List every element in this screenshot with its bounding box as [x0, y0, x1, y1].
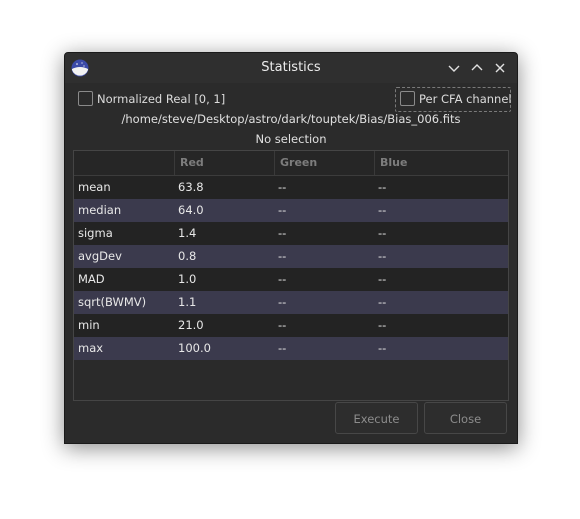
column-header-green: Green: [274, 151, 374, 175]
statistics-table[interactable]: Red Green Blue mean 63.8 -- -- median 64…: [73, 150, 509, 401]
stat-green: --: [278, 318, 287, 332]
per-cfa-channel-checkbox[interactable]: [400, 91, 415, 106]
title-bar: Statistics: [65, 53, 517, 83]
close-button[interactable]: Close: [424, 402, 507, 434]
table-row[interactable]: sqrt(BWMV) 1.1 -- --: [74, 291, 508, 314]
stat-blue: --: [378, 318, 387, 332]
chevron-up-icon[interactable]: [468, 59, 486, 77]
table-row[interactable]: mean 63.8 -- --: [74, 176, 508, 199]
stat-blue: --: [378, 341, 387, 355]
stat-green: --: [278, 295, 287, 309]
close-icon[interactable]: [491, 59, 509, 77]
stat-green: --: [278, 341, 287, 355]
stat-red: 100.0: [178, 341, 211, 355]
stat-red: 1.4: [178, 226, 197, 240]
table-row[interactable]: MAD 1.0 -- --: [74, 268, 508, 291]
file-path: /home/steve/Desktop/astro/dark/touptek/B…: [121, 112, 461, 126]
statistics-dialog: Statistics Normalized Real [0, 1] Per CF…: [64, 52, 518, 444]
chevron-down-icon[interactable]: [445, 59, 463, 77]
table-row[interactable]: min 21.0 -- --: [74, 314, 508, 337]
table-row[interactable]: sigma 1.4 -- --: [74, 222, 508, 245]
table-header: Red Green Blue: [74, 151, 508, 176]
stat-red: 1.1: [178, 295, 197, 309]
stat-name: MAD: [78, 272, 105, 286]
column-header-name: [74, 151, 174, 175]
stat-blue: --: [378, 180, 387, 194]
selection-status: No selection: [255, 132, 327, 146]
stat-green: --: [278, 226, 287, 240]
stat-name: max: [78, 341, 104, 355]
stat-red: 64.0: [178, 203, 204, 217]
stat-blue: --: [378, 203, 387, 217]
stat-green: --: [278, 249, 287, 263]
table-row[interactable]: avgDev 0.8 -- --: [74, 245, 508, 268]
stat-blue: --: [378, 226, 387, 240]
stat-green: --: [278, 272, 287, 286]
table-row[interactable]: max 100.0 -- --: [74, 337, 508, 360]
stat-red: 21.0: [178, 318, 204, 332]
stat-red: 0.8: [178, 249, 197, 263]
stat-green: --: [278, 203, 287, 217]
stat-blue: --: [378, 295, 387, 309]
per-cfa-channel-label: Per CFA channel: [419, 92, 512, 106]
stat-name: sqrt(BWMV): [78, 295, 147, 309]
normalized-label: Normalized Real [0, 1]: [97, 92, 226, 106]
normalized-checkbox[interactable]: [78, 91, 93, 106]
execute-button[interactable]: Execute: [335, 402, 418, 434]
stat-red: 63.8: [178, 180, 204, 194]
stat-red: 1.0: [178, 272, 197, 286]
column-header-red: Red: [174, 151, 274, 175]
column-header-blue: Blue: [374, 151, 508, 175]
stat-green: --: [278, 180, 287, 194]
stat-name: min: [78, 318, 100, 332]
stat-name: avgDev: [78, 249, 122, 263]
stat-blue: --: [378, 249, 387, 263]
stat-name: mean: [78, 180, 111, 194]
table-row[interactable]: median 64.0 -- --: [74, 199, 508, 222]
stat-name: sigma: [78, 226, 113, 240]
stat-blue: --: [378, 272, 387, 286]
stat-name: median: [78, 203, 122, 217]
